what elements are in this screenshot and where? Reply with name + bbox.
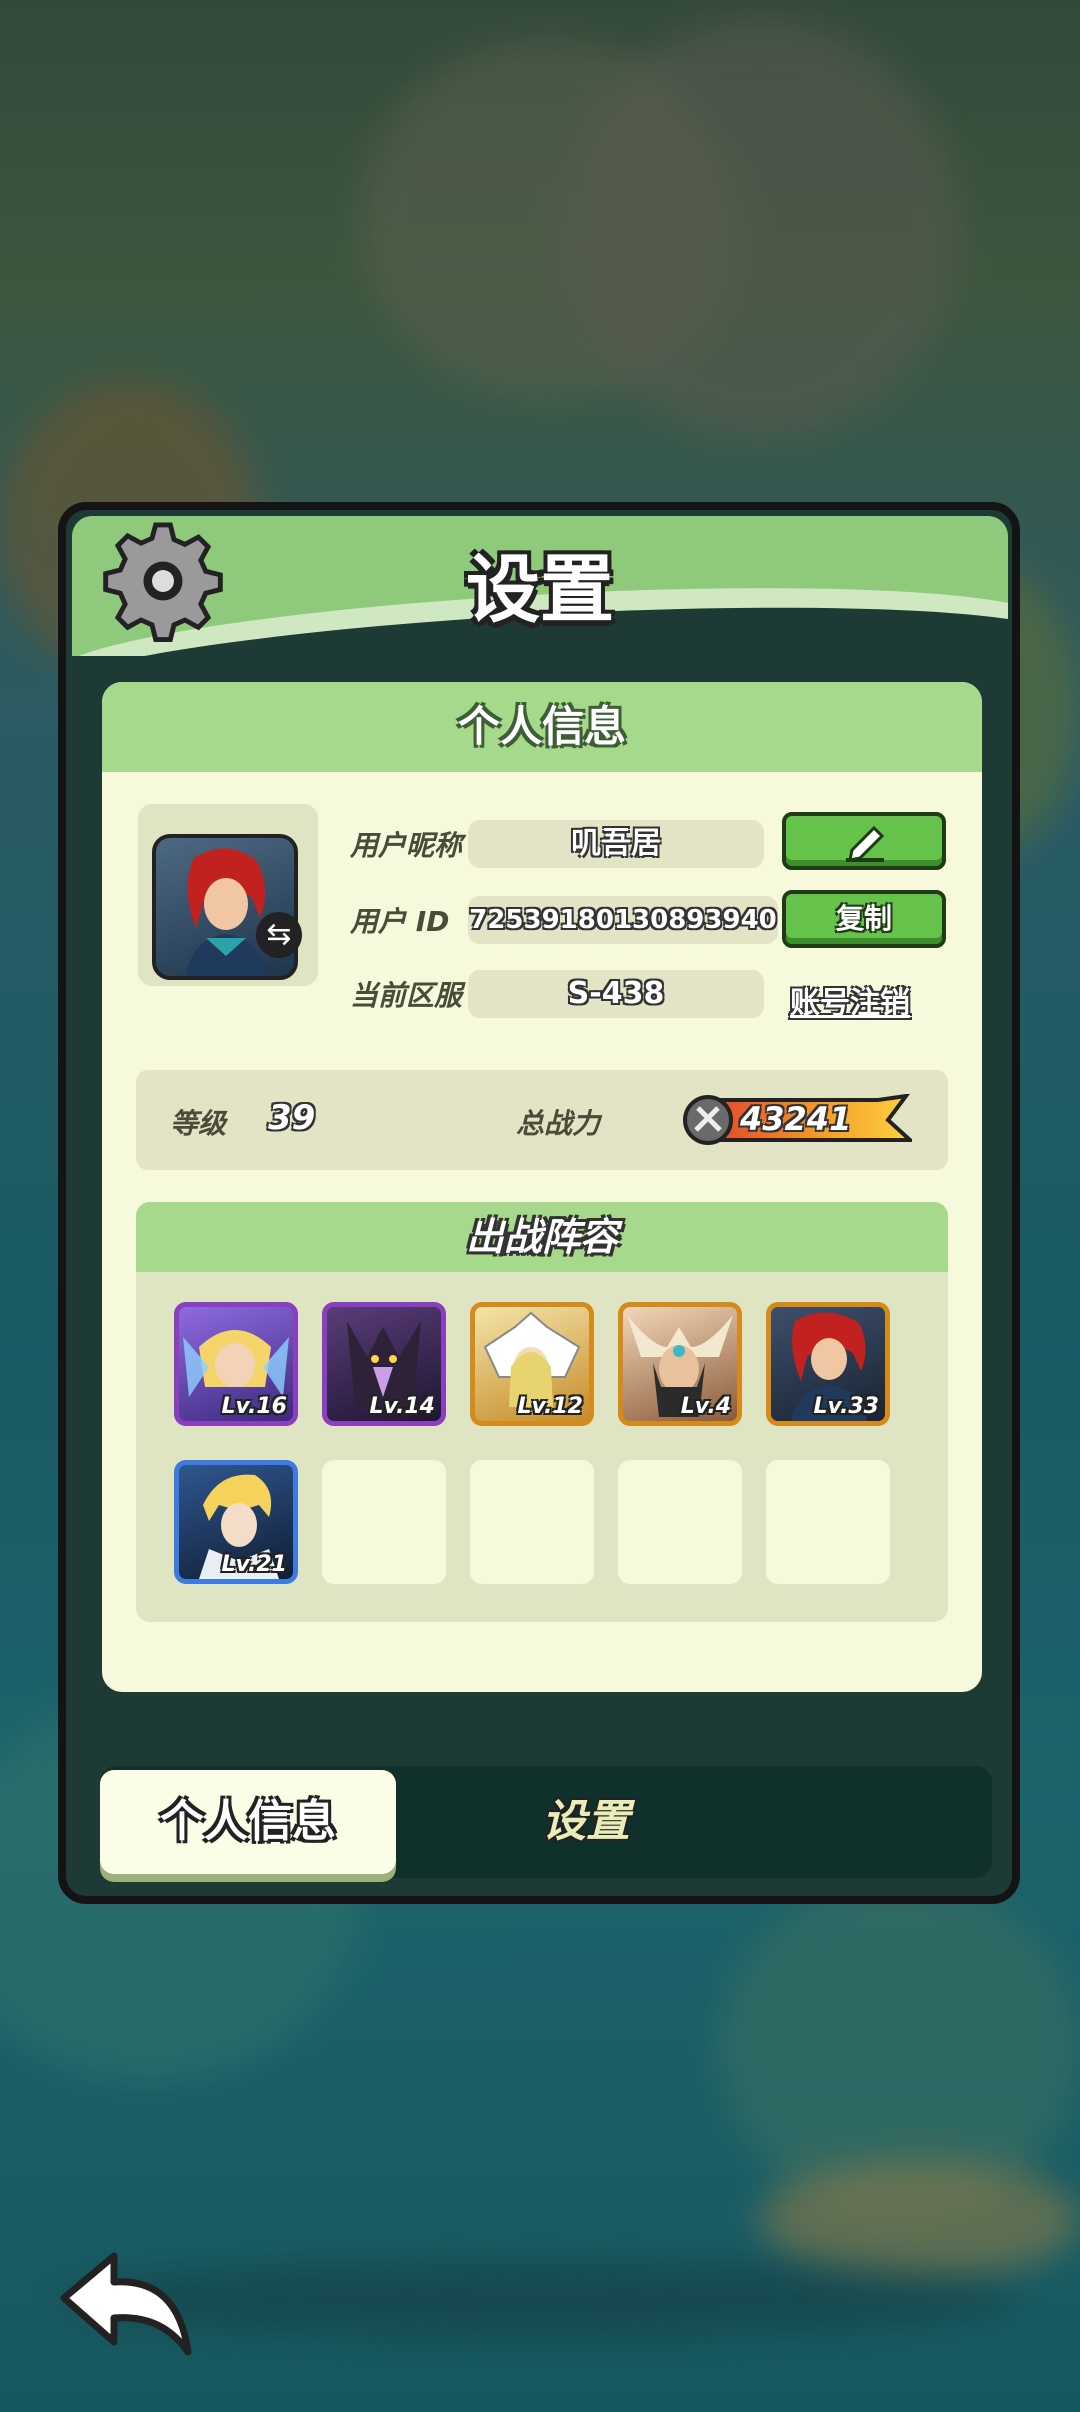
pencil-icon [846,825,885,862]
avatar-container[interactable]: ⇆ [138,804,318,986]
hero-level: Lv.12 [517,1394,583,1419]
back-arrow-icon[interactable] [58,2248,194,2358]
settings-panel: 设置 个人信息 ⇆ 用户昵称 叽吾居 用户 ID 725391801308939… [58,502,1020,1904]
level-value: 39 [268,1098,316,1138]
hero-level: Lv.14 [369,1394,435,1419]
avatar[interactable] [152,834,298,980]
hero-slot-6[interactable]: Lv.21 [174,1460,298,1584]
delete-account-link[interactable]: 账号注销 [790,978,910,1022]
nickname-value: 叽吾居 [468,820,764,868]
server-value: S-438 [468,970,764,1018]
profile-card: 个人信息 ⇆ 用户昵称 叽吾居 用户 ID 72539180130893940 … [102,682,982,1692]
hero-level: Lv.21 [221,1552,287,1577]
tab-settings[interactable]: 设置 [396,1770,776,1874]
hero-slot-5[interactable]: Lv.33 [766,1302,890,1426]
stats-strip: 等级 39 总战力 43241 [136,1070,948,1170]
hero-slot-2[interactable]: Lv.14 [322,1302,446,1426]
hero-slot-4[interactable]: Lv.4 [618,1302,742,1426]
power-badge: 43241 [682,1094,912,1146]
tab-bar: 个人信息 设置 [100,1766,992,1878]
user-id-label: 用户 ID [350,905,450,938]
hero-level: Lv.33 [813,1394,879,1419]
user-id-value: 72539180130893940 [468,896,778,944]
hero-slot-1[interactable]: Lv.16 [174,1302,298,1426]
hero-level: Lv.16 [221,1394,287,1419]
empty-hero-slot[interactable] [470,1460,594,1584]
panel-header: 设置 [72,516,1008,656]
empty-hero-slot[interactable] [766,1460,890,1584]
lineup-title: 出战阵容 [136,1202,948,1272]
empty-hero-slot[interactable] [618,1460,742,1584]
tab-profile[interactable]: 个人信息 [100,1770,396,1874]
level-label: 等级 [170,1107,227,1140]
nickname-label: 用户昵称 [350,829,463,862]
edit-nickname-button[interactable] [782,812,946,870]
copy-id-button[interactable]: 复制 [782,890,946,948]
hero-level: Lv.4 [680,1394,731,1419]
hero-slot-3[interactable]: Lv.12 [470,1302,594,1426]
panel-title: 设置 [466,547,614,633]
power-value: 43241 [740,1100,852,1138]
power-label: 总战力 [516,1107,601,1140]
section-title: 个人信息 [102,682,982,772]
swap-avatar-icon[interactable]: ⇆ [256,912,302,958]
server-label: 当前区服 [350,979,463,1012]
lineup-section: 出战阵容 Lv.16 Lv.14 Lv.12 Lv.4 Lv.33 Lv.21 [136,1202,948,1622]
empty-hero-slot[interactable] [322,1460,446,1584]
